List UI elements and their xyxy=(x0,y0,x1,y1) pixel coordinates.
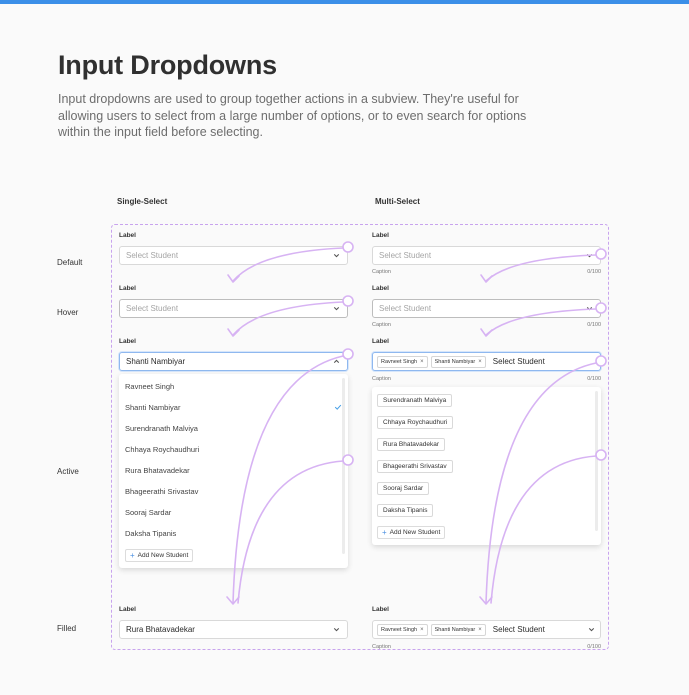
chevron-down-icon xyxy=(333,307,340,311)
multi-select-menu: Surendranath Malviya Chhaya Roychaudhuri… xyxy=(372,387,601,545)
add-button-label: Add New Student xyxy=(137,552,189,559)
select-placeholder: Select Student xyxy=(126,304,179,313)
single-select-default[interactable]: Select Student xyxy=(119,246,348,265)
multi-select-hover[interactable]: Select Student xyxy=(372,299,601,318)
multi-select-value: Select Student xyxy=(492,625,545,634)
row-label-filled: Filled xyxy=(57,624,77,633)
field-label: Label xyxy=(119,338,136,345)
tag-label: Ravneet Singh xyxy=(381,358,418,365)
close-icon[interactable]: × xyxy=(420,359,424,365)
menu-option[interactable]: Sooraj Sardar xyxy=(125,508,171,517)
single-select-filled[interactable]: Rura Bhatavadekar xyxy=(119,620,348,639)
selected-tag[interactable]: Ravneet Singh × xyxy=(377,623,428,636)
tag-label: Shanti Nambiyar xyxy=(434,626,476,633)
field-caption: Caption xyxy=(372,644,391,650)
plus-icon: + xyxy=(130,551,135,560)
chevron-down-icon xyxy=(586,254,593,258)
close-icon[interactable]: × xyxy=(478,627,482,633)
page-title: Input Dropdowns xyxy=(58,50,277,80)
select-placeholder: Select Student xyxy=(379,251,432,260)
row-label-hover: Hover xyxy=(57,308,79,317)
chevron-up-icon xyxy=(333,359,340,363)
page-description: Input dropdowns are used to group togeth… xyxy=(58,92,527,139)
multi-select-active[interactable]: Ravneet Singh × Shanti Nambiyar × Select… xyxy=(372,352,601,371)
field-caption: Caption xyxy=(372,376,391,382)
field-label: Label xyxy=(119,285,136,292)
menu-option-chip[interactable]: Rura Bhatavadekar xyxy=(377,438,446,451)
character-counter: 0/100 xyxy=(587,269,601,275)
multi-select-default[interactable]: Select Student xyxy=(372,246,601,265)
row-label-default: Default xyxy=(57,258,83,267)
field-label: Label xyxy=(372,285,389,292)
menu-option-chip[interactable]: Daksha Tipanis xyxy=(377,504,434,517)
column-heading-multi: Multi-Select xyxy=(375,197,420,206)
select-placeholder: Select Student xyxy=(126,251,179,260)
menu-option-chip[interactable]: Bhageerathi Srivastav xyxy=(377,460,453,473)
plus-icon: + xyxy=(382,528,387,537)
field-label: Label xyxy=(372,606,389,613)
add-new-student-button[interactable]: + Add New Student xyxy=(125,549,194,562)
menu-option-chip[interactable]: Sooraj Sardar xyxy=(377,482,430,495)
chevron-down-icon xyxy=(333,254,340,258)
selected-tag[interactable]: Shanti Nambiyar × xyxy=(430,623,486,636)
menu-option-chip[interactable]: Surendranath Malviya xyxy=(377,394,453,407)
selected-tag[interactable]: Ravneet Singh × xyxy=(377,355,428,368)
add-new-student-button[interactable]: + Add New Student xyxy=(377,526,446,539)
field-label: Label xyxy=(372,232,389,239)
menu-option[interactable]: Ravneet Singh xyxy=(125,382,174,391)
character-counter: 0/100 xyxy=(587,644,601,650)
menu-option[interactable]: Chhaya Roychaudhuri xyxy=(125,445,199,454)
menu-scrollbar[interactable] xyxy=(342,378,345,554)
field-caption: Caption xyxy=(372,269,391,275)
field-caption: Caption xyxy=(372,322,391,328)
selected-tag[interactable]: Shanti Nambiyar × xyxy=(430,355,486,368)
single-select-menu: Ravneet Singh Shanti Nambiyar Surendrana… xyxy=(119,374,348,568)
multi-select-filled[interactable]: Ravneet Singh × Shanti Nambiyar × Select… xyxy=(372,620,601,639)
top-accent-bar xyxy=(0,0,689,4)
select-value: Rura Bhatavadekar xyxy=(126,625,195,634)
select-value: Shanti Nambiyar xyxy=(126,357,186,366)
menu-option[interactable]: Rura Bhatavadekar xyxy=(125,466,190,475)
menu-option[interactable]: Surendranath Malviya xyxy=(125,424,198,433)
chevron-down-icon xyxy=(586,307,593,311)
chevron-down-icon xyxy=(588,628,595,632)
field-label: Label xyxy=(119,232,136,239)
select-placeholder: Select Student xyxy=(379,304,432,313)
field-label: Label xyxy=(119,606,136,613)
menu-option[interactable]: Bhageerathi Srivastav xyxy=(125,487,198,496)
character-counter: 0/100 xyxy=(587,376,601,382)
menu-option-chip[interactable]: Chhaya Roychaudhuri xyxy=(377,416,454,429)
add-button-label: Add New Student xyxy=(389,529,441,536)
menu-option[interactable]: Daksha Tipanis xyxy=(125,529,176,538)
close-icon[interactable]: × xyxy=(420,627,424,633)
column-heading-single: Single-Select xyxy=(117,197,168,206)
tag-label: Ravneet Singh xyxy=(381,626,418,633)
check-icon xyxy=(334,404,342,410)
tag-label: Shanti Nambiyar xyxy=(434,358,476,365)
field-label: Label xyxy=(372,338,389,345)
menu-scrollbar[interactable] xyxy=(595,391,598,531)
single-select-active[interactable]: Shanti Nambiyar xyxy=(119,352,348,371)
character-counter: 0/100 xyxy=(587,322,601,328)
multi-select-search-input[interactable]: Select Student xyxy=(493,357,596,366)
chevron-down-icon xyxy=(333,628,340,632)
row-label-active: Active xyxy=(57,467,79,476)
menu-option-selected[interactable]: Shanti Nambiyar xyxy=(125,403,180,412)
single-select-hover[interactable]: Select Student xyxy=(119,299,348,318)
close-icon[interactable]: × xyxy=(478,359,482,365)
